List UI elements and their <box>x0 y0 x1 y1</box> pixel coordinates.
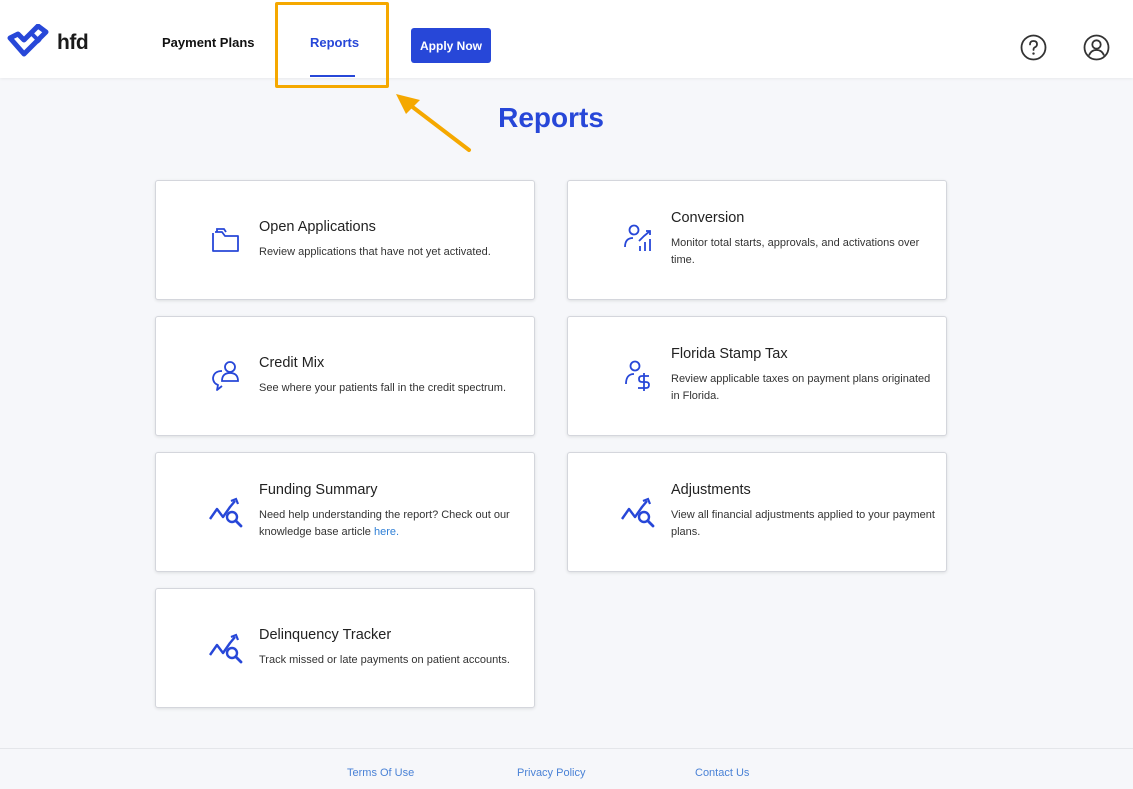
card-description: Review applications that have not yet ac… <box>259 246 491 258</box>
card-florida-stamp-tax[interactable]: Florida Stamp Tax Review applicable taxe… <box>567 316 947 436</box>
card-delinquency-tracker[interactable]: Delinquency Tracker Track missed or late… <box>155 588 535 708</box>
help-icon[interactable] <box>1020 34 1047 61</box>
privacy-policy-link[interactable]: Privacy Policy <box>517 767 585 779</box>
card-description: Review applicable taxes on payment plans… <box>671 373 931 402</box>
card-title: Florida Stamp Tax <box>671 346 788 362</box>
card-adjustments[interactable]: Adjustments View all financial adjustmen… <box>567 452 947 572</box>
card-title: Open Applications <box>259 219 376 235</box>
card-credit-mix[interactable]: Credit Mix See where your patients fall … <box>155 316 535 436</box>
card-description: See where your patients fall in the cred… <box>259 382 507 394</box>
card-description: Monitor total starts, approvals, and act… <box>671 237 920 266</box>
hfd-logo-icon <box>7 24 49 57</box>
apply-now-button[interactable]: Apply Now <box>411 28 491 63</box>
knowledge-base-link[interactable]: here. <box>374 526 399 538</box>
card-description: View all financial adjustments applied t… <box>671 509 935 538</box>
folder-icon <box>208 223 244 259</box>
chart-search-icon <box>620 495 656 531</box>
card-open-applications[interactable]: Open Applications Review applications th… <box>155 180 535 300</box>
user-chat-icon <box>208 357 244 393</box>
card-title: Delinquency Tracker <box>259 627 392 643</box>
footer-divider <box>0 748 1133 749</box>
user-growth-chart-icon <box>620 221 656 257</box>
contact-us-link[interactable]: Contact Us <box>695 767 749 779</box>
terms-of-use-link[interactable]: Terms Of Use <box>347 767 414 779</box>
nav-reports[interactable]: Reports <box>310 35 359 50</box>
page-title: Reports <box>498 102 604 133</box>
card-title: Adjustments <box>671 482 751 498</box>
user-dollar-icon <box>620 357 656 393</box>
card-title: Credit Mix <box>259 355 325 371</box>
user-account-icon[interactable] <box>1083 34 1110 61</box>
card-conversion[interactable]: Conversion Monitor total starts, approva… <box>567 180 947 300</box>
card-description: Track missed or late payments on patient… <box>259 654 510 666</box>
top-header: hfd Payment Plans Reports Apply Now <box>0 0 1133 78</box>
hfd-logo[interactable]: hfd <box>6 22 89 64</box>
chart-search-icon <box>208 631 244 667</box>
chart-search-icon <box>208 495 244 531</box>
nav-payment-plans[interactable]: Payment Plans <box>162 35 255 50</box>
card-funding-summary[interactable]: Funding Summary Need help understanding … <box>155 452 535 572</box>
card-description: Need help understanding the report? Chec… <box>259 507 524 541</box>
active-tab-indicator <box>310 75 355 77</box>
logo-text: hfd <box>57 31 89 54</box>
card-title: Conversion <box>671 210 745 226</box>
card-title: Funding Summary <box>259 482 378 498</box>
